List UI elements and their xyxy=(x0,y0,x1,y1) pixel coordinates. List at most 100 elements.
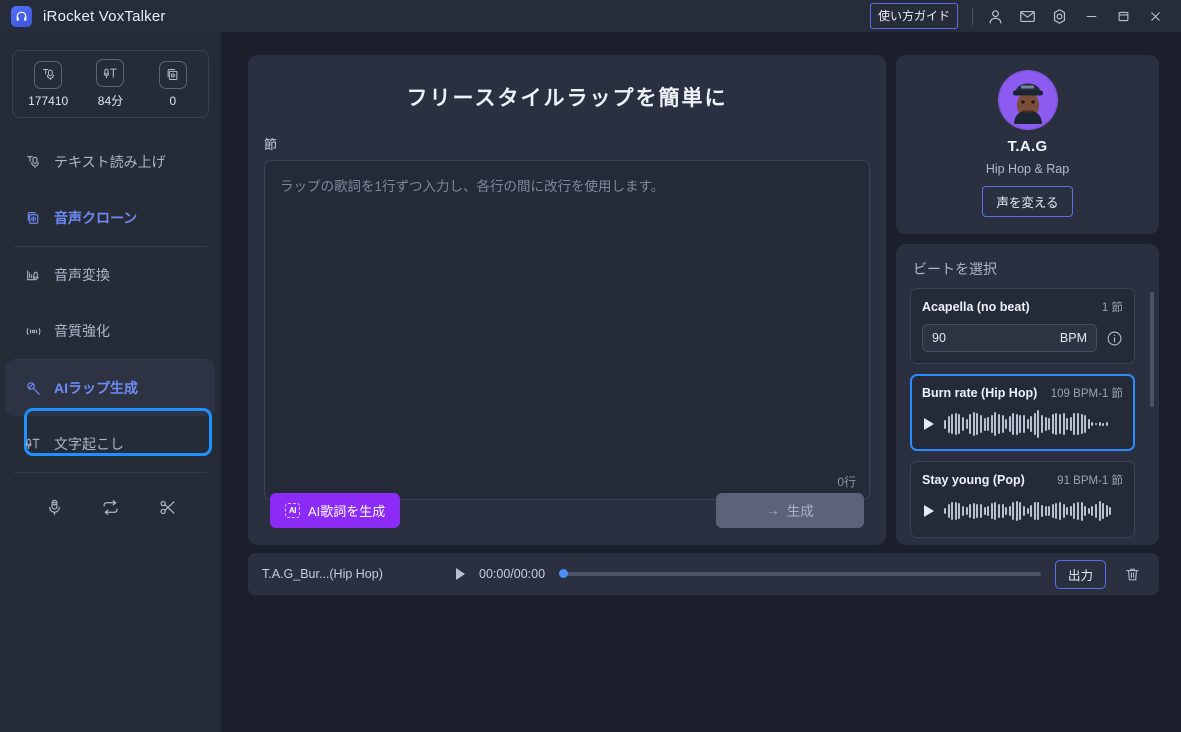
guide-button[interactable]: 使い方ガイド xyxy=(869,3,958,29)
generate-ai-lyrics-button[interactable]: AI AI歌詞を生成 xyxy=(270,492,401,528)
microphone-icon[interactable] xyxy=(37,490,71,524)
bpm-input[interactable]: 90 BPM xyxy=(922,324,1097,352)
play-icon[interactable] xyxy=(924,418,934,430)
sidebar-item-text-to-speech[interactable]: テキスト読み上げ xyxy=(0,134,221,190)
audio-enhance-icon xyxy=(24,323,42,340)
playback-time: 00:00/00:00 xyxy=(479,567,546,581)
bpm-unit: BPM xyxy=(1059,331,1087,345)
beat-item-stay-young[interactable]: Stay young (Pop) 91 BPM-1 節 xyxy=(910,461,1135,538)
voice-clone-count-icon xyxy=(158,60,187,89)
beat-item-burn-rate[interactable]: Burn rate (Hip Hop) 109 BPM-1 節 xyxy=(910,374,1135,451)
ai-lyrics-label: AI歌詞を生成 xyxy=(308,503,386,519)
beat-meta: 109 BPM-1 節 xyxy=(1050,388,1123,400)
info-icon[interactable] xyxy=(1106,330,1123,347)
lyrics-textarea[interactable]: ラップの歌詞を1行ずつ入力し、各行の間に改行を使用します。 0行 xyxy=(264,160,870,500)
voice-clone-icon xyxy=(24,210,42,226)
beats-title: ビートを選択 xyxy=(913,261,997,277)
voice-change-icon xyxy=(24,267,42,283)
beat-header: Burn rate (Hip Hop) 109 BPM-1 節 xyxy=(922,385,1123,401)
maximize-icon[interactable] xyxy=(1107,1,1139,31)
loop-icon[interactable] xyxy=(94,490,128,524)
waveform-row xyxy=(922,409,1123,439)
sidebar: 177410 84分 0 テキスト読み上げ 音声クローン 音声変換 音質強化 A… xyxy=(0,32,222,732)
close-icon[interactable] xyxy=(1139,1,1171,31)
arrow-right-icon: → xyxy=(766,502,780,518)
bpm-value: 90 xyxy=(932,331,946,345)
voice-name: T.A.G xyxy=(1007,138,1048,155)
app-title: iRocket VoxTalker xyxy=(43,7,166,25)
sidebar-item-voice-clone[interactable]: 音声クローン xyxy=(0,190,221,246)
beat-header: Stay young (Pop) 91 BPM-1 節 xyxy=(922,472,1123,488)
beat-name: Acapella (no beat) xyxy=(922,300,1030,314)
app-window: iRocket VoxTalker 使い方ガイド 177410 84分 0 テキ… xyxy=(0,0,1181,732)
title-bar: iRocket VoxTalker 使い方ガイド xyxy=(0,0,1181,32)
sidebar-item-label: 音声変換 xyxy=(54,267,110,283)
stat-value: 84分 xyxy=(97,94,124,108)
beats-list[interactable]: Acapella (no beat) 1 節 90 BPM Burn rate … xyxy=(910,288,1148,538)
scissors-icon[interactable] xyxy=(151,490,185,524)
play-icon[interactable] xyxy=(456,568,465,580)
account-icon[interactable] xyxy=(979,1,1011,31)
stat-voice-clones: 0 xyxy=(144,60,202,108)
sidebar-item-voice-change[interactable]: 音声変換 xyxy=(0,247,221,303)
stat-transcribe-minutes: 84分 xyxy=(81,59,139,109)
sidebar-item-transcribe[interactable]: 文字起こし xyxy=(0,416,221,472)
sidebar-tools xyxy=(0,490,222,524)
beat-item-acapella[interactable]: Acapella (no beat) 1 節 90 BPM xyxy=(910,288,1135,364)
waveform xyxy=(944,496,1112,526)
play-icon[interactable] xyxy=(924,505,934,517)
sidebar-item-audio-enhance[interactable]: 音質強化 xyxy=(0,303,221,359)
sidebar-item-label: 文字起こし xyxy=(54,436,124,452)
change-voice-button[interactable]: 声を変える xyxy=(982,186,1073,217)
stat-value: 177410 xyxy=(28,93,69,108)
export-button[interactable]: 出力 xyxy=(1054,559,1106,589)
generate-label: 生成 xyxy=(786,504,814,519)
ai-rap-icon xyxy=(24,380,42,397)
sidebar-item-label: AIラップ生成 xyxy=(54,380,138,396)
generate-button[interactable]: → 生成 xyxy=(716,492,864,528)
main-action-row: AI AI歌詞を生成 → 生成 xyxy=(248,475,886,545)
settings-icon[interactable] xyxy=(1043,1,1075,31)
transcribe-icon xyxy=(24,436,42,452)
beat-name: Burn rate (Hip Hop) xyxy=(922,386,1038,400)
mail-icon[interactable] xyxy=(1011,1,1043,31)
voice-card: T.A.G Hip Hop & Rap 声を変える xyxy=(896,55,1159,234)
transcribe-minutes-icon xyxy=(96,59,125,87)
lyrics-placeholder: ラップの歌詞を1行ずつ入力し、各行の間に改行を使用します。 xyxy=(280,179,665,194)
voice-genre: Hip Hop & Rap xyxy=(985,162,1070,176)
verse-field-label: 節 xyxy=(264,137,278,152)
scrollbar-thumb[interactable] xyxy=(1150,292,1154,407)
beat-selection-panel: ビートを選択 Acapella (no beat) 1 節 90 BPM Bur… xyxy=(896,244,1159,545)
trash-icon[interactable] xyxy=(1120,566,1145,583)
beat-header: Acapella (no beat) 1 節 xyxy=(922,299,1123,315)
stat-tts-characters: 177410 xyxy=(19,60,77,108)
progress-handle[interactable] xyxy=(559,569,569,578)
page-title: フリースタイルラップを簡単に xyxy=(406,87,728,110)
beat-name: Stay young (Pop) xyxy=(922,473,1025,487)
track-name: T.A.G_Bur...(Hip Hop) xyxy=(262,567,383,581)
beat-meta: 1 節 xyxy=(1101,302,1123,314)
sidebar-nav: テキスト読み上げ 音声クローン 音声変換 音質強化 AIラップ生成 文字起こし xyxy=(0,134,221,473)
beats-scrollbar[interactable] xyxy=(1150,292,1154,532)
text-to-speech-icon xyxy=(24,154,42,170)
minimize-icon[interactable] xyxy=(1075,1,1107,31)
waveform-row xyxy=(922,496,1123,526)
app-brand: iRocket VoxTalker xyxy=(0,5,166,27)
headphones-logo-icon xyxy=(11,5,32,27)
progress-slider[interactable] xyxy=(559,569,1041,578)
beat-meta: 91 BPM-1 節 xyxy=(1057,475,1123,487)
titlebar-divider xyxy=(972,7,973,25)
bpm-row: 90 BPM xyxy=(922,324,1123,352)
player-bar: T.A.G_Bur...(Hip Hop) 00:00/00:00 出力 xyxy=(248,553,1159,595)
sidebar-item-label: 音声クローン xyxy=(54,210,138,226)
waveform xyxy=(944,409,1108,439)
sidebar-divider xyxy=(14,472,207,473)
sidebar-item-ai-rap[interactable]: AIラップ生成 xyxy=(6,360,215,416)
avatar xyxy=(998,71,1057,129)
tts-character-icon xyxy=(34,60,63,89)
ai-chip-icon: AI xyxy=(285,502,300,518)
titlebar-controls: 使い方ガイド xyxy=(869,1,1181,31)
sidebar-item-label: 音質強化 xyxy=(54,323,110,339)
stat-value: 0 xyxy=(169,93,177,108)
rap-generator-panel: フリースタイルラップを簡単に 節 ラップの歌詞を1行ずつ入力し、各行の間に改行を… xyxy=(248,55,886,545)
